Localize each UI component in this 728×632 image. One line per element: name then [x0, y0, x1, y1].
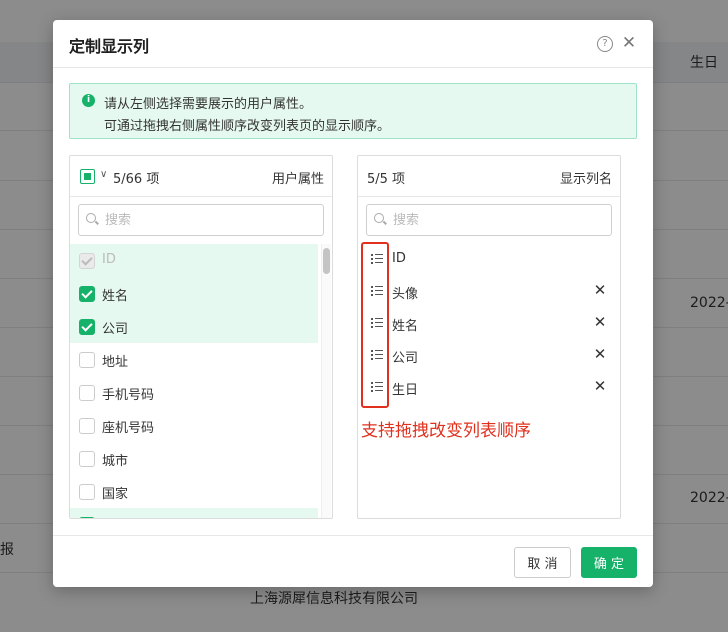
list-item: ID — [70, 244, 318, 277]
info-notice: i 请从左侧选择需要展示的用户属性。 可通过拖拽右侧属性顺序改变列表页的显示顺序… — [69, 83, 637, 139]
search-icon — [86, 213, 96, 223]
attribute-checkbox[interactable] — [79, 517, 95, 518]
list-item[interactable]: 姓名 — [70, 277, 318, 310]
list-item[interactable]: 座机号码 — [70, 409, 318, 442]
attribute-list: ID 姓名 公司 地址 手机号码 座机号码 城市 国家 — [70, 244, 318, 518]
dialog-footer: 取 消 确 定 — [53, 535, 653, 588]
remove-icon[interactable]: ✕ — [592, 281, 608, 299]
remove-icon[interactable]: ✕ — [592, 345, 608, 363]
attribute-checkbox[interactable] — [79, 352, 95, 368]
list-item[interactable]: 地址 — [70, 343, 318, 376]
right-search-box — [366, 204, 612, 236]
scrollbar-thumb[interactable] — [323, 248, 330, 274]
attribute-checkbox[interactable] — [79, 484, 95, 500]
attribute-label: 城市 — [102, 454, 129, 469]
notice-line-1: 请从左侧选择需要展示的用户属性。 — [104, 97, 313, 112]
column-item[interactable]: 生日 ✕ — [358, 372, 620, 404]
right-panel-header: 5/5 项 显示列名 — [358, 156, 620, 197]
attribute-checkbox[interactable] — [79, 418, 95, 434]
column-label: 姓名 — [392, 319, 419, 334]
attribute-label: 公司 — [102, 322, 129, 337]
left-search-input[interactable] — [103, 209, 317, 231]
user-attributes-panel: ∨ 5/66 项 用户属性 ID 姓名 公司 地址 — [69, 155, 333, 519]
left-selected-count: 5/66 项 — [113, 172, 160, 187]
list-item[interactable]: 手机号码 — [70, 376, 318, 409]
confirm-button[interactable]: 确 定 — [581, 547, 637, 578]
right-search-input[interactable] — [391, 209, 605, 231]
list-item[interactable]: 公司 — [70, 310, 318, 343]
column-label: 公司 — [392, 351, 419, 366]
attribute-checkbox[interactable] — [79, 451, 95, 467]
column-item[interactable]: 头像 ✕ — [358, 276, 620, 308]
close-icon[interactable]: ✕ — [621, 33, 637, 53]
left-panel-header: ∨ 5/66 项 用户属性 — [70, 156, 332, 197]
search-icon — [374, 213, 384, 223]
column-item[interactable]: ID — [358, 244, 620, 276]
list-item-partial[interactable] — [70, 508, 318, 518]
column-label: 头像 — [392, 287, 419, 302]
dialog-title: 定制显示列 — [69, 37, 150, 56]
right-panel-title: 显示列名 — [559, 172, 612, 187]
attribute-label: 手机号码 — [102, 388, 155, 403]
info-icon: i — [82, 94, 95, 107]
attribute-label: 座机号码 — [102, 421, 155, 436]
dialog-header: 定制显示列 ? ✕ — [53, 20, 653, 68]
help-icon[interactable]: ? — [597, 36, 613, 52]
select-all-checkbox[interactable] — [80, 169, 95, 184]
chevron-down-icon[interactable]: ∨ — [100, 169, 107, 180]
column-item[interactable]: 姓名 ✕ — [358, 308, 620, 340]
customize-columns-dialog: 定制显示列 ? ✕ i 请从左侧选择需要展示的用户属性。 可通过拖拽右侧属性顺序… — [53, 20, 653, 587]
column-label: 生日 — [392, 383, 419, 398]
display-columns-panel: 5/5 项 显示列名 ID 头像 ✕ — [357, 155, 621, 519]
drag-hint-annotation: 支持拖拽改变列表顺序 — [361, 421, 531, 441]
attribute-list-scrollbar[interactable] — [321, 244, 331, 518]
drag-handle-annotation-box — [361, 242, 389, 408]
cancel-button[interactable]: 取 消 — [514, 547, 571, 578]
remove-icon[interactable]: ✕ — [592, 377, 608, 395]
attribute-label: ID — [102, 252, 116, 267]
left-search-box — [78, 204, 324, 236]
display-column-list: ID 头像 ✕ 姓名 ✕ 公司 ✕ 生日 ✕ — [358, 244, 620, 404]
attribute-checkbox[interactable] — [79, 253, 95, 269]
attribute-label: 地址 — [102, 355, 129, 370]
list-item[interactable]: 城市 — [70, 442, 318, 475]
list-item[interactable]: 国家 — [70, 475, 318, 508]
attribute-checkbox[interactable] — [79, 319, 95, 335]
notice-line-2: 可通过拖拽右侧属性顺序改变列表页的显示顺序。 — [104, 119, 391, 134]
attribute-label: 姓名 — [102, 289, 129, 304]
column-label: ID — [392, 251, 406, 266]
right-selected-count: 5/5 项 — [367, 172, 406, 187]
remove-icon[interactable]: ✕ — [592, 313, 608, 331]
attribute-checkbox[interactable] — [79, 385, 95, 401]
column-item[interactable]: 公司 ✕ — [358, 340, 620, 372]
attribute-label: 国家 — [102, 487, 129, 502]
left-panel-title: 用户属性 — [271, 172, 324, 187]
attribute-checkbox[interactable] — [79, 286, 95, 302]
